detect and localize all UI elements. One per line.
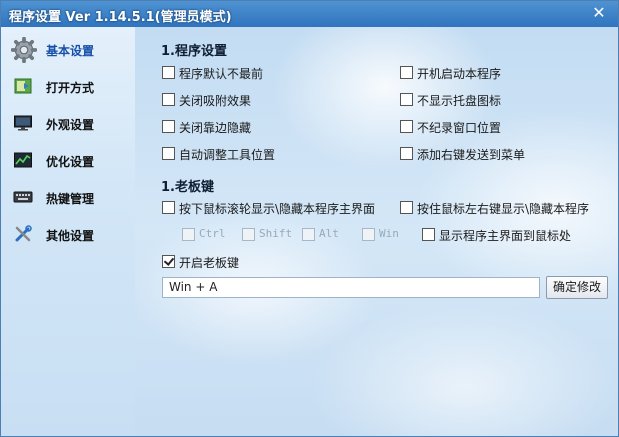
sidebar-item-label: 打开方式 <box>46 81 95 95</box>
checkbox-box[interactable] <box>302 228 315 241</box>
checkbox-box[interactable] <box>242 228 255 241</box>
checkbox-label: 开机启动本程序 <box>417 67 502 81</box>
checkbox-box[interactable] <box>162 255 175 268</box>
checkbox-box[interactable] <box>400 201 413 214</box>
sidebar-item-label: 基本设置 <box>46 44 95 58</box>
gear-icon <box>11 37 37 63</box>
settings-window: 程序设置 Ver 1.14.5.1(管理员模式) ✕ 基本设置 打开方式 外观设… <box>0 0 619 437</box>
checkbox-label: 按下鼠标滚轮显示\隐藏本程序主界面 <box>179 202 376 216</box>
optimize-icon <box>14 152 32 168</box>
checkbox-label: Ctrl <box>199 227 226 240</box>
sidebar-item-label: 其他设置 <box>46 229 95 243</box>
checkbox-label: 显示程序主界面到鼠标处 <box>439 229 572 243</box>
checkbox-box[interactable] <box>162 120 175 133</box>
sidebar-item-hotkeys[interactable]: 热键管理 <box>5 180 133 214</box>
checkbox-box[interactable] <box>422 228 435 241</box>
sidebar-item-optimize[interactable]: 优化设置 <box>5 143 133 177</box>
checkbox-box[interactable] <box>162 93 175 106</box>
confirm-change-button[interactable]: 确定修改 <box>546 276 608 299</box>
folder-icon <box>14 78 32 94</box>
keyboard-icon <box>13 191 33 203</box>
checkbox-label: 程序默认不最前 <box>179 67 264 81</box>
checkbox-label: Alt <box>319 227 339 240</box>
checkbox-box[interactable] <box>162 201 175 214</box>
checkbox-label: 添加右键发送到菜单 <box>417 148 526 162</box>
checkbox-box[interactable] <box>162 66 175 79</box>
title-bar[interactable]: 程序设置 Ver 1.14.5.1(管理员模式) ✕ <box>1 1 618 27</box>
sidebar-item-appearance[interactable]: 外观设置 <box>5 106 133 140</box>
checkbox-label: 不显示托盘图标 <box>417 94 502 108</box>
sidebar-item-label: 优化设置 <box>46 155 95 169</box>
checkbox-box[interactable] <box>362 228 375 241</box>
sidebar-item-label: 热键管理 <box>46 192 95 206</box>
checkbox-label: Shift <box>259 227 293 240</box>
close-button[interactable]: ✕ <box>590 4 608 22</box>
section-title-program-settings: 1.程序设置 <box>161 44 227 59</box>
window-title: 程序设置 Ver 1.14.5.1(管理员模式) <box>9 10 232 25</box>
checkbox-label: 按住鼠标左右键显示\隐藏本程序 <box>417 202 590 216</box>
checkbox-box[interactable] <box>400 93 413 106</box>
checkbox-label: Win <box>379 227 399 240</box>
checkbox-box[interactable] <box>400 147 413 160</box>
sidebar-item-other[interactable]: 其他设置 <box>5 217 133 251</box>
monitor-icon <box>14 115 32 131</box>
checkbox-box[interactable] <box>400 120 413 133</box>
checkbox-box[interactable] <box>400 66 413 79</box>
settings-panel: 1.程序设置 程序默认不最前 开机启动本程序 关闭吸附效果 不显示托盘图标 关闭… <box>135 27 618 436</box>
close-icon: ✕ <box>592 3 606 22</box>
checkbox-label: 不纪录窗口位置 <box>417 121 502 135</box>
hotkey-input[interactable]: Win + A <box>162 277 540 298</box>
tools-icon <box>15 225 32 242</box>
checkbox-box[interactable] <box>162 147 175 160</box>
checkbox-label: 关闭吸附效果 <box>179 94 252 108</box>
sidebar: 基本设置 打开方式 外观设置 优化设置 热键管理 其他设置 <box>1 27 135 436</box>
section-title-boss-key: 1.老板键 <box>161 180 214 195</box>
sidebar-item-open-method[interactable]: 打开方式 <box>5 69 133 103</box>
sidebar-item-basic-settings[interactable]: 基本设置 <box>5 32 133 66</box>
checkbox-box[interactable] <box>182 228 195 241</box>
sidebar-item-label: 外观设置 <box>46 118 95 132</box>
checkbox-label: 开启老板键 <box>179 256 240 270</box>
checkbox-label: 自动调整工具位置 <box>179 148 276 162</box>
checkbox-label: 关闭靠边隐藏 <box>179 121 252 135</box>
